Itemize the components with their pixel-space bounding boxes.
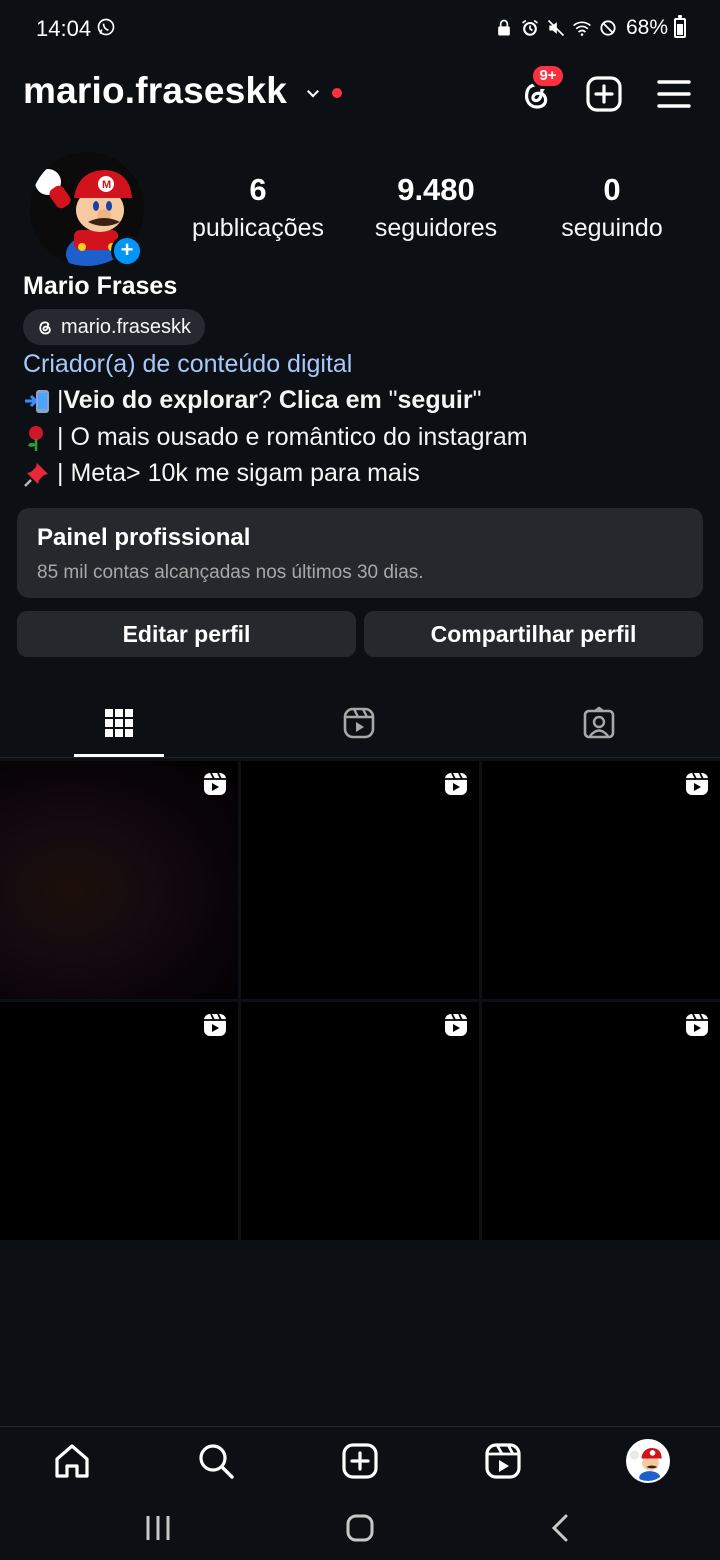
system-navigation-bar (0, 1496, 720, 1560)
grid-post[interactable] (482, 1002, 720, 1240)
bio-line-1: | Veio do explorar ? Clica em " seguir " (23, 386, 481, 415)
followers-stat[interactable]: 9.480 seguidores (360, 170, 512, 246)
dashboard-title: Painel profissional (37, 524, 251, 551)
threads-badge: 9+ (530, 63, 566, 89)
posts-stat[interactable]: 6 publicações (178, 170, 338, 246)
account-switcher-username[interactable]: mario.fraseskk (23, 70, 287, 112)
reel-indicator-icon (445, 1013, 467, 1036)
svg-text:M: M (102, 179, 111, 191)
profile-tabs (0, 690, 720, 758)
create-post-icon[interactable] (584, 74, 624, 114)
reels-icon (343, 707, 375, 739)
followers-count: 9.480 (397, 172, 475, 207)
notification-dot (332, 88, 342, 98)
nav-reels[interactable] (483, 1441, 523, 1481)
threads-icon (39, 321, 51, 335)
bio-line-2: | O mais ousado e romântico do instagram (23, 423, 528, 452)
mobile-arrow-emoji (25, 389, 49, 413)
following-stat[interactable]: 0 seguindo (548, 170, 676, 246)
posts-count: 6 (249, 172, 267, 207)
edit-profile-button[interactable]: Editar perfil (17, 611, 356, 657)
active-tab-indicator (74, 754, 164, 757)
following-count: 0 (603, 172, 621, 207)
profile-header: mario.fraseskk 9+ (0, 56, 720, 132)
create-icon (342, 1443, 378, 1479)
chevron-down-icon[interactable] (304, 84, 322, 102)
battery-icon (674, 15, 686, 38)
grid-post[interactable] (241, 1002, 479, 1240)
reels-icon (485, 1443, 521, 1479)
nav-search[interactable] (196, 1441, 236, 1481)
recent-apps-icon[interactable] (140, 1510, 176, 1546)
dashboard-subtitle: 85 mil contas alcançadas nos últimos 30 … (37, 562, 424, 583)
status-bar: 14:04 68% (0, 0, 720, 56)
add-story-button[interactable]: + (111, 235, 143, 267)
do-not-disturb-icon (600, 20, 616, 36)
rose-emoji (28, 425, 43, 451)
status-time: 14:04 (36, 16, 92, 41)
battery-level: 68% (625, 16, 668, 39)
mute-icon (547, 19, 565, 37)
reel-indicator-icon (686, 772, 708, 795)
posts-label: publicações (191, 214, 325, 242)
followers-label: seguidores (374, 214, 498, 242)
hamburger-menu-icon[interactable] (654, 74, 694, 114)
back-icon[interactable] (544, 1510, 580, 1546)
professional-dashboard-card[interactable]: Painel profissional 85 mil contas alcanç… (17, 508, 703, 598)
bio-line-3: | Meta> 10k me sigam para mais (23, 459, 420, 488)
grid-post[interactable] (241, 761, 479, 999)
search-icon (199, 1444, 234, 1479)
whatsapp-icon (97, 18, 115, 36)
pushpin-emoji (24, 462, 48, 487)
system-home-icon[interactable] (342, 1510, 378, 1546)
grid-post[interactable] (0, 761, 238, 999)
tagged-person-icon (583, 706, 615, 739)
reel-indicator-icon (204, 772, 226, 795)
threads-profile-link[interactable]: mario.fraseskk (23, 309, 206, 345)
status-icons: 68% (494, 15, 686, 41)
grid-post[interactable] (0, 1002, 238, 1240)
nav-create[interactable] (340, 1441, 380, 1481)
posts-grid (0, 761, 720, 1240)
profile-category: Criador(a) de conteúdo digital (23, 350, 353, 378)
profile-full-name: Mario Frases (23, 272, 178, 300)
threads-handle: mario.fraseskk (61, 315, 192, 338)
grid-icon (105, 709, 133, 737)
wifi-icon (573, 21, 591, 36)
tagged-tab[interactable] (480, 690, 720, 758)
reels-tab[interactable] (240, 690, 480, 758)
home-icon (55, 1444, 89, 1478)
mario-avatar-image (628, 1441, 668, 1481)
nav-home[interactable] (52, 1441, 92, 1481)
share-profile-button[interactable]: Compartilhar perfil (364, 611, 703, 657)
alarm-icon (521, 19, 538, 36)
reel-indicator-icon (445, 772, 467, 795)
reel-indicator-icon (204, 1013, 226, 1036)
bottom-navigation (0, 1426, 720, 1496)
lock-icon (498, 19, 510, 36)
reel-indicator-icon (686, 1013, 708, 1036)
grid-post[interactable] (482, 761, 720, 999)
nav-profile-avatar[interactable] (626, 1439, 670, 1483)
following-label: seguindo (561, 214, 663, 242)
posts-grid-tab[interactable] (0, 690, 240, 758)
